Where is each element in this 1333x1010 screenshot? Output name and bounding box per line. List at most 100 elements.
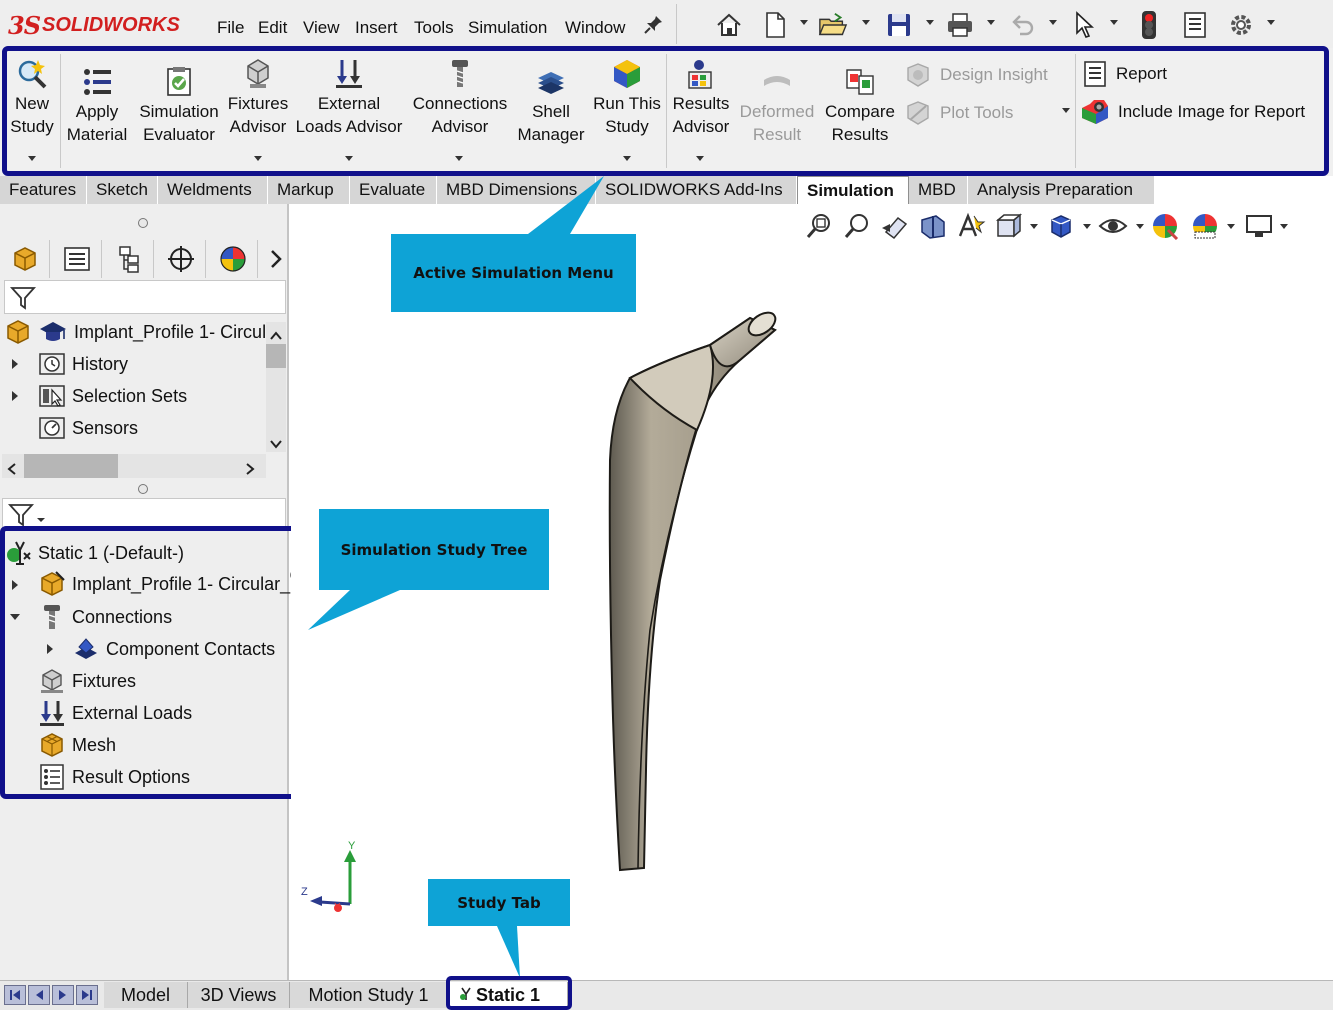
solidworks-logo[interactable]: 3S SOLIDWORKS <box>8 8 180 42</box>
undo-icon[interactable] <box>1008 10 1038 40</box>
property-manager-icon <box>63 247 90 271</box>
scroll-up-icon[interactable] <box>270 326 282 345</box>
section-view-icon[interactable] <box>918 212 948 240</box>
scroll-right-icon[interactable] <box>245 460 255 479</box>
chevron-right-icon[interactable] <box>266 248 286 274</box>
tab-solidworks-add-ins[interactable]: SOLIDWORKS Add-Ins <box>596 176 797 204</box>
tab-markup[interactable]: Markup <box>268 176 350 204</box>
hide-show-items-icon[interactable] <box>1098 212 1128 240</box>
triad-z-label: Z <box>301 886 308 898</box>
tab-features[interactable]: Features <box>0 176 87 204</box>
tree-item-selection-sets[interactable]: Selection Sets <box>38 383 187 409</box>
scroll-left-icon[interactable] <box>7 460 17 479</box>
select-icon[interactable] <box>1069 10 1099 40</box>
rebuild-icon[interactable] <box>1134 10 1164 40</box>
tab-mbd[interactable]: MBD <box>909 176 968 204</box>
feature-manager-tab[interactable] <box>0 240 50 278</box>
triad-y-label: Y <box>348 840 356 852</box>
bottom-tab-model[interactable]: Model <box>104 982 188 1008</box>
callout-active-simulation-menu: Active Simulation Menu <box>391 234 636 312</box>
expand-arrow-icon[interactable] <box>12 391 18 401</box>
menu-insert[interactable]: Insert <box>355 18 398 38</box>
chevron-down-icon[interactable] <box>987 20 995 25</box>
view-orientation-icon[interactable] <box>994 212 1024 240</box>
tab-analysis-preparation[interactable]: Analysis Preparation <box>968 176 1155 204</box>
chevron-down-icon[interactable] <box>800 20 808 25</box>
chevron-down-icon[interactable] <box>1136 224 1144 229</box>
file-properties-icon[interactable] <box>1180 10 1210 40</box>
previous-view-icon[interactable] <box>880 212 910 240</box>
pane-splitter[interactable] <box>138 218 148 228</box>
save-icon[interactable] <box>884 10 914 40</box>
scroll-down-icon[interactable] <box>270 434 282 453</box>
history-icon <box>39 353 65 375</box>
menu-window[interactable]: Window <box>565 18 625 38</box>
next-tab-icon[interactable] <box>52 985 74 1005</box>
options-icon[interactable] <box>1226 10 1256 40</box>
expand-arrow-icon[interactable] <box>12 359 18 369</box>
selection-sets-icon <box>39 385 65 407</box>
chevron-down-icon[interactable] <box>1049 20 1057 25</box>
tab-sketch[interactable]: Sketch <box>87 176 158 204</box>
logo-mark: 3S <box>8 10 41 40</box>
menu-simulation[interactable]: Simulation <box>468 18 547 38</box>
scroll-thumb[interactable] <box>266 344 286 368</box>
tab-mbd-dimensions[interactable]: MBD Dimensions <box>437 176 596 204</box>
apply-scene-icon[interactable] <box>1190 212 1220 240</box>
zoom-to-fit-icon[interactable] <box>804 212 834 240</box>
tab-evaluate[interactable]: Evaluate <box>350 176 437 204</box>
graduation-cap-icon <box>40 322 66 341</box>
dynamic-annotation-icon[interactable] <box>956 212 986 240</box>
feature-tree-vscrollbar[interactable] <box>266 322 286 452</box>
display-manager-tab[interactable] <box>208 240 258 278</box>
first-tab-icon[interactable] <box>4 985 26 1005</box>
menu-view[interactable]: View <box>303 18 340 38</box>
last-tab-icon[interactable] <box>76 985 98 1005</box>
toolbar-separator <box>676 4 677 44</box>
chevron-down-icon[interactable] <box>1030 224 1038 229</box>
previous-tab-icon[interactable] <box>28 985 50 1005</box>
pin-icon[interactable] <box>644 14 664 39</box>
simulation-menu-highlight <box>2 46 1329 176</box>
open-icon[interactable] <box>818 10 848 40</box>
sensors-icon <box>39 417 65 439</box>
view-settings-icon[interactable] <box>1244 212 1274 240</box>
configuration-manager-tab[interactable] <box>104 240 154 278</box>
feature-tree-filter[interactable] <box>4 280 286 314</box>
graphics-area[interactable] <box>291 204 1333 980</box>
tree-item-sensors[interactable]: Sensors <box>38 415 138 441</box>
edit-appearance-icon[interactable] <box>1150 212 1180 240</box>
chevron-down-icon[interactable] <box>862 20 870 25</box>
zoom-to-area-icon[interactable] <box>842 212 872 240</box>
home-icon[interactable] <box>714 10 744 40</box>
filter-icon <box>7 504 45 527</box>
scroll-thumb[interactable] <box>24 454 118 478</box>
tab-simulation[interactable]: Simulation <box>797 176 909 204</box>
bottom-tab-3d-views[interactable]: 3D Views <box>188 982 290 1008</box>
tab-weldments[interactable]: Weldments <box>158 176 268 204</box>
menu-tools[interactable]: Tools <box>414 18 454 38</box>
menu-file[interactable]: File <box>217 18 244 38</box>
tree-item-selection-sets-label: Selection Sets <box>72 385 188 406</box>
pane-splitter[interactable] <box>138 484 148 494</box>
feature-tree-root[interactable]: Implant_Profile 1- Circula <box>4 318 276 346</box>
chevron-down-icon[interactable] <box>1110 20 1118 25</box>
reference-triad <box>310 850 356 912</box>
chevron-down-icon[interactable] <box>926 20 934 25</box>
study-tree-filter[interactable] <box>2 498 286 528</box>
chevron-down-icon[interactable] <box>1083 224 1091 229</box>
implant-model[interactable] <box>600 300 790 880</box>
bottom-tab-motion-study[interactable]: Motion Study 1 <box>290 982 448 1008</box>
menu-edit[interactable]: Edit <box>258 18 287 38</box>
filter-icon <box>9 287 37 310</box>
print-icon[interactable] <box>945 10 975 40</box>
property-manager-tab[interactable] <box>52 240 102 278</box>
chevron-down-icon[interactable] <box>1267 20 1275 25</box>
dimxpert-manager-tab[interactable] <box>156 240 206 278</box>
tree-item-history[interactable]: History <box>38 351 128 377</box>
display-style-icon[interactable] <box>1046 212 1076 240</box>
feature-tree-hscrollbar[interactable] <box>2 454 266 478</box>
chevron-down-icon[interactable] <box>1227 224 1235 229</box>
chevron-down-icon[interactable] <box>1280 224 1288 229</box>
new-document-icon[interactable] <box>760 10 790 40</box>
